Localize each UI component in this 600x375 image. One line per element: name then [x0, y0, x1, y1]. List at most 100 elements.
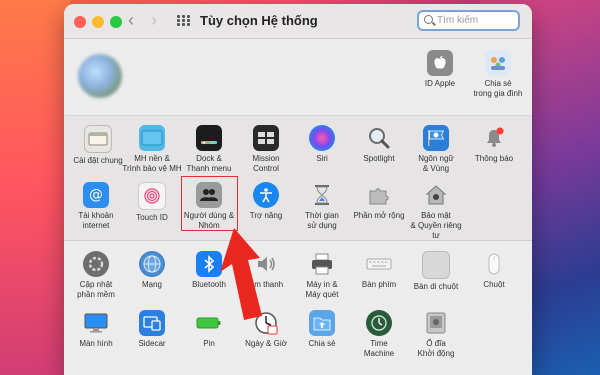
- touch-id-icon: [138, 182, 166, 210]
- general-pane[interactable]: Cài đặt chung: [68, 125, 128, 166]
- desktop-screensaver-label: MH nền & Trình bảo vệ MH: [122, 154, 182, 173]
- dock-label: Dock & Thanh menu: [186, 154, 232, 173]
- apple-id-label: ID Apple: [424, 79, 456, 88]
- startup-disk-label: Ổ đĩa Khởi động: [417, 339, 455, 358]
- sharing-label: Chia sẻ: [308, 339, 336, 348]
- forward-chevron-icon[interactable]: ›: [151, 10, 157, 31]
- printers-scanners-icon: [309, 251, 335, 277]
- network-icon: [139, 251, 165, 277]
- spotlight-pane[interactable]: Spotlight: [349, 125, 409, 164]
- spotlight-icon: [366, 125, 392, 151]
- sidecar-label: Sidecar: [138, 339, 166, 348]
- family-sharing-label: Chia sẻ trong gia đình: [473, 79, 523, 98]
- keyboard-pane[interactable]: Bàn phím: [349, 251, 409, 290]
- sharing-pane[interactable]: Chia sẻ: [292, 310, 352, 349]
- mouse-icon: [481, 251, 507, 277]
- date-time-label: Ngày & Giờ: [245, 339, 287, 348]
- notifications-pane[interactable]: Thông báo: [464, 125, 524, 164]
- mission-control-icon: [253, 125, 279, 151]
- window-title: Tùy chọn Hệ thống: [200, 13, 318, 28]
- language-region-label: Ngôn ngữ & Vùng: [418, 154, 454, 173]
- apple-icon: [427, 50, 453, 76]
- software-update-icon: [83, 251, 109, 277]
- search-icon: [424, 15, 433, 24]
- apple-id-pane[interactable]: ID Apple: [410, 50, 470, 89]
- zoom-button[interactable]: [110, 16, 122, 28]
- search-field[interactable]: [417, 10, 520, 31]
- spotlight-label: Spotlight: [363, 154, 395, 163]
- extensions-pane[interactable]: Phần mở rộng: [349, 182, 409, 221]
- pointer-arrow-icon: [220, 228, 262, 320]
- battery-label: Pin: [203, 339, 215, 348]
- touch-id-label: Touch ID: [136, 213, 168, 222]
- screen-time-pane[interactable]: Thời gian sử dụng: [292, 182, 352, 231]
- language-region-icon: [423, 125, 449, 151]
- network-pane[interactable]: Mạng: [122, 251, 182, 290]
- language-region-pane[interactable]: Ngôn ngữ & Vùng: [406, 125, 466, 174]
- displays-icon: [83, 310, 109, 336]
- extensions-icon: [366, 182, 392, 208]
- printers-scanners-label: Máy in & Máy quét: [305, 280, 339, 299]
- mission-control-pane[interactable]: Mission Control: [236, 125, 296, 174]
- mission-control-label: Mission Control: [252, 154, 280, 173]
- keyboard-label: Bàn phím: [361, 280, 397, 289]
- users-groups-highlight-box: [181, 176, 238, 231]
- screen-time-icon: [309, 182, 335, 208]
- displays-label: Màn hình: [79, 339, 113, 348]
- printers-scanners-pane[interactable]: Máy in & Máy quét: [292, 251, 352, 300]
- notifications-icon: [481, 125, 507, 151]
- siri-icon: [309, 125, 335, 151]
- trackpad-pane[interactable]: Bàn di chuột: [406, 251, 466, 292]
- family-sharing-pane[interactable]: Chia sẻ trong gia đình: [468, 50, 528, 99]
- screen-time-label: Thời gian sử dụng: [305, 211, 339, 230]
- keyboard-icon: [366, 251, 392, 277]
- internet-accounts-pane[interactable]: @ Tài khoản internet: [66, 182, 126, 231]
- trackpad-icon: [422, 251, 450, 279]
- profile-section: ID Apple Chia sẻ trong gia đình: [64, 39, 532, 116]
- sharing-icon: [309, 310, 335, 336]
- displays-pane[interactable]: Màn hình: [66, 310, 126, 349]
- siri-pane[interactable]: Siri: [292, 125, 352, 164]
- sidecar-icon: [139, 310, 165, 336]
- desktop-wallpaper-left: [0, 0, 70, 375]
- accessibility-icon: [253, 182, 279, 208]
- dock-icon: [196, 125, 222, 151]
- software-update-label: Cập nhật phần mềm: [77, 280, 115, 299]
- time-machine-icon: [366, 310, 392, 336]
- family-sharing-icon: [485, 50, 511, 76]
- mouse-label: Chuột: [483, 280, 505, 289]
- sidecar-pane[interactable]: Sidecar: [122, 310, 182, 349]
- system-preferences-window: ‹ › Tùy chọn Hệ thống ID Apple Chia sẻ t…: [64, 4, 532, 375]
- time-machine-pane[interactable]: Time Machine: [349, 310, 409, 359]
- network-label: Mạng: [141, 280, 162, 289]
- user-avatar[interactable]: [78, 54, 122, 98]
- security-privacy-label: Bảo mật & Quyền riêng tư: [410, 211, 462, 240]
- mouse-pane[interactable]: Chuột: [464, 251, 524, 290]
- trackpad-label: Bàn di chuột: [413, 282, 459, 291]
- show-all-grid-icon[interactable]: [177, 15, 191, 27]
- software-update-pane[interactable]: Cập nhật phần mềm: [66, 251, 126, 300]
- security-privacy-icon: [423, 182, 449, 208]
- extensions-label: Phần mở rộng: [353, 211, 405, 220]
- touch-id-pane[interactable]: Touch ID: [122, 182, 182, 223]
- startup-disk-icon: [423, 310, 449, 336]
- general-icon: [84, 125, 112, 153]
- accessibility-label: Trợ năng: [249, 211, 283, 220]
- minimize-button[interactable]: [92, 16, 104, 28]
- search-input[interactable]: [437, 13, 517, 28]
- startup-disk-pane[interactable]: Ổ đĩa Khởi động: [406, 310, 466, 359]
- time-machine-label: Time Machine: [363, 339, 395, 358]
- general-label: Cài đặt chung: [73, 156, 123, 165]
- dock-menubar-pane[interactable]: Dock & Thanh menu: [179, 125, 239, 174]
- security-privacy-pane[interactable]: Bảo mật & Quyền riêng tư: [406, 182, 466, 241]
- siri-label: Siri: [316, 154, 328, 163]
- notifications-label: Thông báo: [474, 154, 514, 163]
- close-button[interactable]: [74, 16, 86, 28]
- desktop-screensaver-pane[interactable]: MH nền & Trình bảo vệ MH: [122, 125, 182, 174]
- back-chevron-icon[interactable]: ‹: [128, 10, 134, 31]
- desktop-screensaver-icon: [139, 125, 165, 151]
- title-bar: ‹ › Tùy chọn Hệ thống: [64, 4, 532, 39]
- accessibility-pane[interactable]: Trợ năng: [236, 182, 296, 221]
- internet-accounts-label: Tài khoản internet: [78, 211, 114, 230]
- internet-accounts-icon: @: [83, 182, 109, 208]
